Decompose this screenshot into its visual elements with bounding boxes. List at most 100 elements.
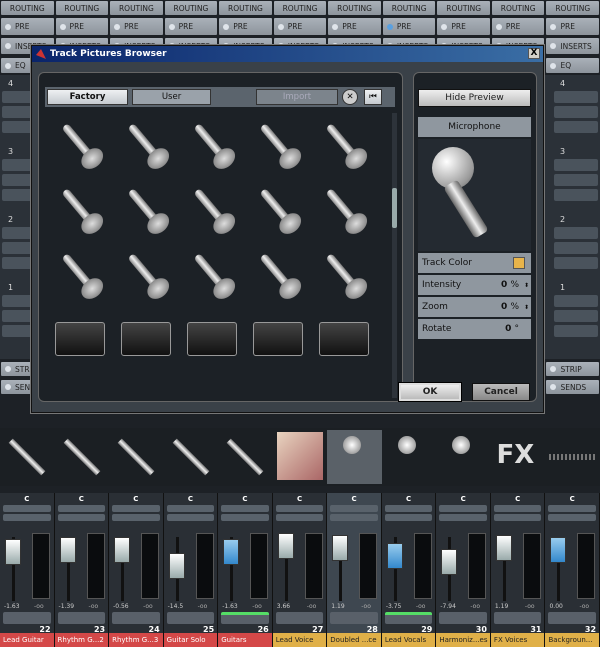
picture-mandolin[interactable] xyxy=(117,115,175,173)
strip-button[interactable]: STRIP xyxy=(546,362,600,376)
picture-grand-piano-2[interactable] xyxy=(249,310,307,368)
inserts-button[interactable]: INSERTS xyxy=(546,38,600,54)
picture-bass-guitar[interactable] xyxy=(249,180,307,238)
channel-button[interactable] xyxy=(493,505,542,512)
import-button[interactable]: Import xyxy=(256,89,338,105)
pan-knob[interactable]: C xyxy=(55,495,109,503)
channel-name[interactable]: Doubled ...ce xyxy=(327,633,381,647)
track-color-swatch[interactable] xyxy=(513,257,525,269)
picture-lute[interactable] xyxy=(249,115,307,173)
mute-solo-buttons[interactable] xyxy=(439,612,487,624)
rotate-value[interactable]: 0 ° xyxy=(505,324,519,334)
routing-button[interactable]: ROUTING xyxy=(437,1,490,15)
pan-knob[interactable]: C xyxy=(109,495,163,503)
volume-fader[interactable] xyxy=(223,539,240,565)
picture-grand-piano[interactable] xyxy=(117,310,175,368)
mute-solo-buttons[interactable] xyxy=(112,612,160,624)
channel-name[interactable]: Lead Vocals xyxy=(381,633,436,647)
channel-button[interactable] xyxy=(112,514,160,521)
eq-slot[interactable] xyxy=(554,295,598,307)
picture-violin-3[interactable] xyxy=(183,245,241,303)
volume-value[interactable]: 0.00 xyxy=(549,603,562,610)
pre-button[interactable]: PRE xyxy=(328,18,381,35)
picture-violin[interactable] xyxy=(315,180,373,238)
volume-fader[interactable] xyxy=(550,537,567,563)
pan-knob[interactable]: C xyxy=(0,495,54,503)
channel-name[interactable]: FX Voices xyxy=(490,633,545,647)
volume-fader[interactable] xyxy=(168,553,185,579)
routing-button[interactable]: ROUTING xyxy=(1,1,54,15)
hide-preview-button[interactable]: Hide Preview xyxy=(418,89,531,107)
cancel-button[interactable]: Cancel xyxy=(472,383,530,401)
mute-solo-buttons[interactable] xyxy=(548,612,597,624)
eq-slot[interactable] xyxy=(554,310,598,322)
pre-button[interactable]: PRE xyxy=(491,18,545,35)
channel-name[interactable]: Lead Guitar xyxy=(0,633,54,647)
pre-button[interactable]: PRE xyxy=(437,18,490,35)
volume-fader[interactable] xyxy=(5,539,21,565)
volume-value[interactable]: -1.63 xyxy=(4,603,20,610)
channel-button[interactable] xyxy=(330,514,378,521)
channel-name[interactable]: Backgroun... xyxy=(545,633,600,647)
pan-knob[interactable]: C xyxy=(273,495,327,503)
eq-slot[interactable] xyxy=(554,159,598,171)
channel-name[interactable]: Guitars xyxy=(218,633,272,647)
volume-value[interactable]: -14.5 xyxy=(168,603,184,610)
mute-solo-buttons[interactable] xyxy=(3,612,51,624)
pre-button[interactable]: PRE xyxy=(219,18,272,35)
volume-value[interactable]: 1.19 xyxy=(495,603,508,610)
channel-button[interactable] xyxy=(330,505,378,512)
scrollbar-thumb[interactable] xyxy=(392,188,397,228)
channel-button[interactable] xyxy=(384,505,433,512)
track-picture-microphone[interactable] xyxy=(436,430,491,484)
eq-slot[interactable] xyxy=(554,189,598,201)
picture-digital-piano[interactable] xyxy=(183,310,241,368)
volume-value[interactable]: 3.66 xyxy=(277,603,290,610)
track-picture-guitar[interactable] xyxy=(164,430,219,484)
mute-solo-buttons[interactable] xyxy=(384,612,433,624)
routing-button[interactable]: ROUTING xyxy=(164,1,218,15)
volume-fader[interactable] xyxy=(332,535,349,561)
routing-button[interactable]: ROUTING xyxy=(491,1,545,15)
pan-knob[interactable]: C xyxy=(327,495,381,503)
routing-button[interactable]: ROUTING xyxy=(382,1,436,15)
volume-value[interactable]: -1.63 xyxy=(222,603,238,610)
channel-button[interactable] xyxy=(112,505,160,512)
eq-slot[interactable] xyxy=(554,91,598,103)
picture-sitar[interactable] xyxy=(51,180,109,238)
mute-solo-buttons[interactable] xyxy=(166,612,215,624)
channel-button[interactable] xyxy=(548,505,597,512)
grid-scrollbar[interactable] xyxy=(392,113,397,398)
volume-value[interactable]: -0.56 xyxy=(113,603,129,610)
channel-button[interactable] xyxy=(57,514,106,521)
eq-slot[interactable] xyxy=(554,325,598,337)
track-picture-waveform[interactable] xyxy=(545,430,600,484)
intensity-value[interactable]: 0 % xyxy=(501,280,519,290)
volume-fader[interactable] xyxy=(441,549,458,575)
pre-button[interactable]: PRE xyxy=(55,18,109,35)
zoom-spinner-icon[interactable]: ⬍ xyxy=(524,304,529,311)
volume-fader[interactable] xyxy=(277,533,294,559)
track-picture-guitar[interactable] xyxy=(55,430,110,484)
channel-name[interactable]: Harmoniz...es xyxy=(436,633,490,647)
pan-knob[interactable]: C xyxy=(545,495,599,503)
clear-icon[interactable]: ✕ xyxy=(342,89,358,105)
intensity-spinner-icon[interactable]: ⬍ xyxy=(524,282,529,289)
track-picture-guitar[interactable] xyxy=(0,430,55,484)
pan-knob[interactable]: C xyxy=(164,495,218,503)
pre-button[interactable]: PRE xyxy=(164,18,218,35)
routing-button[interactable]: ROUTING xyxy=(328,1,381,15)
picture-upright-piano[interactable] xyxy=(51,310,109,368)
volume-fader[interactable] xyxy=(495,535,512,561)
close-button[interactable]: X xyxy=(528,48,540,59)
sends-button[interactable]: SENDS xyxy=(546,380,600,394)
pre-button[interactable]: PRE xyxy=(382,18,436,35)
track-picture-guitar[interactable] xyxy=(218,430,273,484)
volume-fader[interactable] xyxy=(114,537,131,563)
picture-zither[interactable] xyxy=(315,115,373,173)
eq-button[interactable]: EQ xyxy=(546,58,600,73)
mute-solo-buttons[interactable] xyxy=(221,612,269,624)
channel-button[interactable] xyxy=(57,505,106,512)
track-picture-singer-photo[interactable] xyxy=(273,430,328,484)
channel-button[interactable] xyxy=(3,514,51,521)
